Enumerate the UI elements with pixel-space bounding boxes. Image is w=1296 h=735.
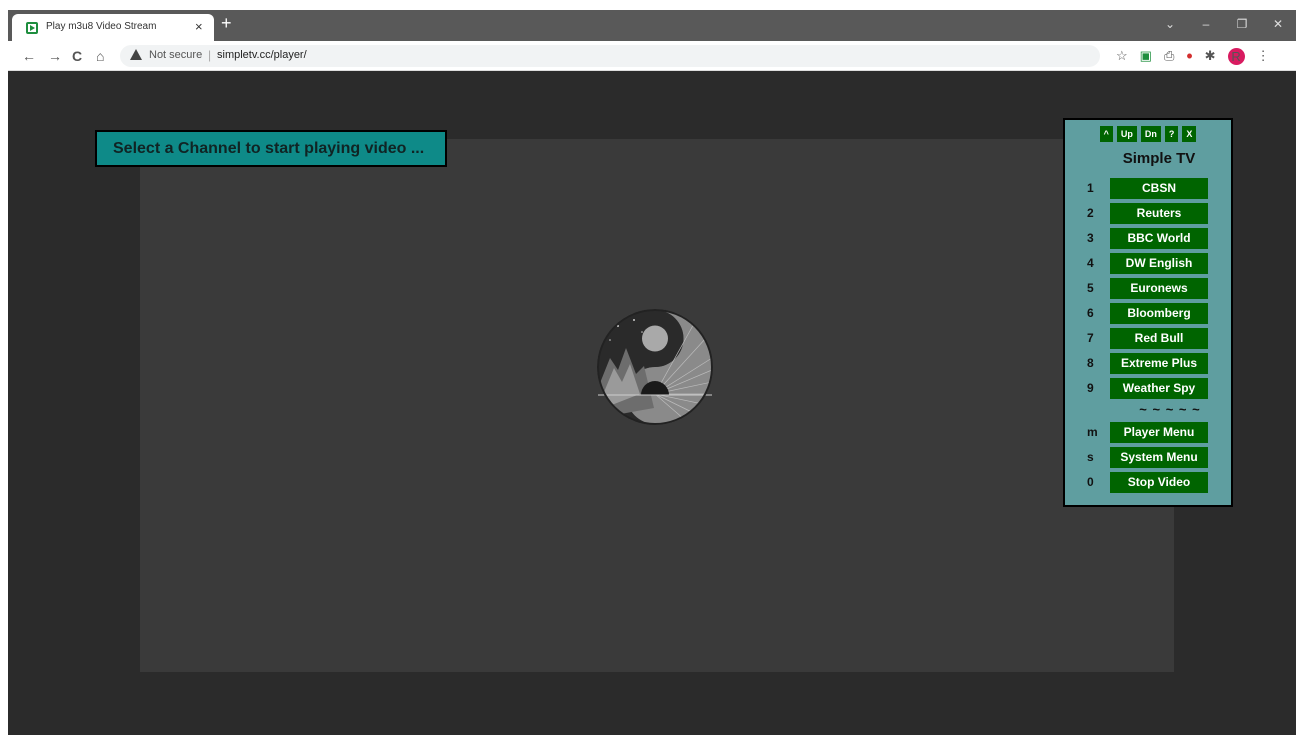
panel-down-button[interactable]: Dn [1140,126,1161,142]
title-bar: Play m3u8 Video Stream × + ⌄ – ❐ ✕ [8,10,1296,41]
channel-button-extreme-plus[interactable]: Extreme Plus [1110,353,1208,374]
minimize-button[interactable]: – [1188,10,1224,41]
system-menu-button[interactable]: System Menu [1110,447,1208,468]
player-menu-button[interactable]: Player Menu [1110,422,1208,443]
panel-close-button[interactable]: X [1182,126,1197,142]
restore-button[interactable]: ❐ [1224,10,1260,41]
reload-button[interactable]: C [72,48,82,64]
channel-button-dw-english[interactable]: DW English [1110,253,1208,274]
channel-button-cbsn[interactable]: CBSN [1110,178,1208,199]
channel-button-bbc-world[interactable]: BBC World [1110,228,1208,249]
security-label: Not secure [149,49,203,61]
channel-button-weather-spy[interactable]: Weather Spy [1110,378,1208,399]
channel-key: 9 [1087,381,1094,395]
forward-button[interactable]: → [48,48,62,64]
url-text[interactable]: simpletv.cc/player/ [217,49,307,61]
channel-row: 3 BBC World [1065,227,1231,252]
avatar[interactable]: R [1227,47,1245,65]
menu-key: m [1087,425,1098,439]
channel-row: 7 Red Bull [1065,327,1231,352]
channel-row: 6 Bloomberg [1065,302,1231,327]
channel-key: 5 [1087,281,1094,295]
close-window-button[interactable]: ✕ [1260,10,1296,41]
channel-key: 2 [1087,206,1094,220]
home-button[interactable]: ⌂ [96,48,104,64]
channel-button-red-bull[interactable]: Red Bull [1110,328,1208,349]
channel-key: 6 [1087,306,1094,320]
panel-top-button[interactable]: ^ [1099,126,1113,142]
menu-row: 0 Stop Video [1065,471,1231,496]
back-button[interactable]: ← [22,48,36,64]
menu-key: s [1087,450,1094,464]
status-message: Select a Channel to start playing video … [95,130,447,167]
warning-icon [130,49,142,60]
cast-icon[interactable]: ⎙ [1164,48,1174,64]
stop-video-button[interactable]: Stop Video [1110,472,1208,493]
channel-list: 1 CBSN 2 Reuters 3 BBC World 4 DW Englis… [1065,177,1231,496]
player-page: Select a Channel to start playing video … [8,72,1296,735]
panel-divider: ~ ~ ~ ~ ~ [1139,402,1201,417]
channel-row: 8 Extreme Plus [1065,352,1231,377]
browser-toolbar: ← → C ⌂ Not secure | simpletv.cc/player/… [8,41,1296,71]
address-separator: | [208,48,212,62]
channel-button-bloomberg[interactable]: Bloomberg [1110,303,1208,324]
media-extension-icon[interactable]: ▣ [1140,48,1152,64]
yin-yang-logo-icon [597,309,713,425]
channel-row: 4 DW English [1065,252,1231,277]
menu-row: s System Menu [1065,446,1231,471]
new-tab-button[interactable]: + [221,13,232,34]
puzzle-extensions-icon[interactable]: ✱ [1205,48,1216,64]
window-controls: ⌄ – ❐ ✕ [1152,10,1296,41]
menu-key: 0 [1087,475,1094,489]
extension-icons: ☆ ▣ ⎙ • ✱ R ⋮ [1116,46,1270,67]
record-icon[interactable]: • [1186,46,1192,67]
channel-button-euronews[interactable]: Euronews [1110,278,1208,299]
tab-search-icon[interactable]: ⌄ [1152,10,1188,41]
channel-key: 8 [1087,356,1094,370]
active-tab[interactable]: Play m3u8 Video Stream × [12,14,214,41]
menu-row: m Player Menu [1065,421,1231,446]
channel-row: 2 Reuters [1065,202,1231,227]
panel-up-button[interactable]: Up [1116,126,1137,142]
tab-title: Play m3u8 Video Stream [46,21,157,32]
panel-title: Simple TV [1122,150,1196,167]
channel-key: 1 [1087,181,1094,195]
browser-menu-icon[interactable]: ⋮ [1257,48,1270,64]
panel-help-button[interactable]: ? [1164,126,1179,142]
tab-close-icon[interactable]: × [195,19,203,34]
bookmark-star-icon[interactable]: ☆ [1116,48,1128,64]
play-favicon-icon [26,22,38,34]
channel-key: 4 [1087,256,1094,270]
channel-row: 1 CBSN [1065,177,1231,202]
channel-row: 9 Weather Spy [1065,377,1231,402]
channel-key: 7 [1087,331,1094,345]
address-bar[interactable]: Not secure | simpletv.cc/player/ [120,45,1100,67]
channel-panel: ^ Up Dn ? X Simple TV 1 CBSN 2 Reuters 3… [1063,118,1233,507]
panel-controls: ^ Up Dn ? X [1065,126,1231,142]
channel-key: 3 [1087,231,1094,245]
channel-button-reuters[interactable]: Reuters [1110,203,1208,224]
browser-window: Play m3u8 Video Stream × + ⌄ – ❐ ✕ ← → C… [0,0,1296,735]
channel-row: 5 Euronews [1065,277,1231,302]
